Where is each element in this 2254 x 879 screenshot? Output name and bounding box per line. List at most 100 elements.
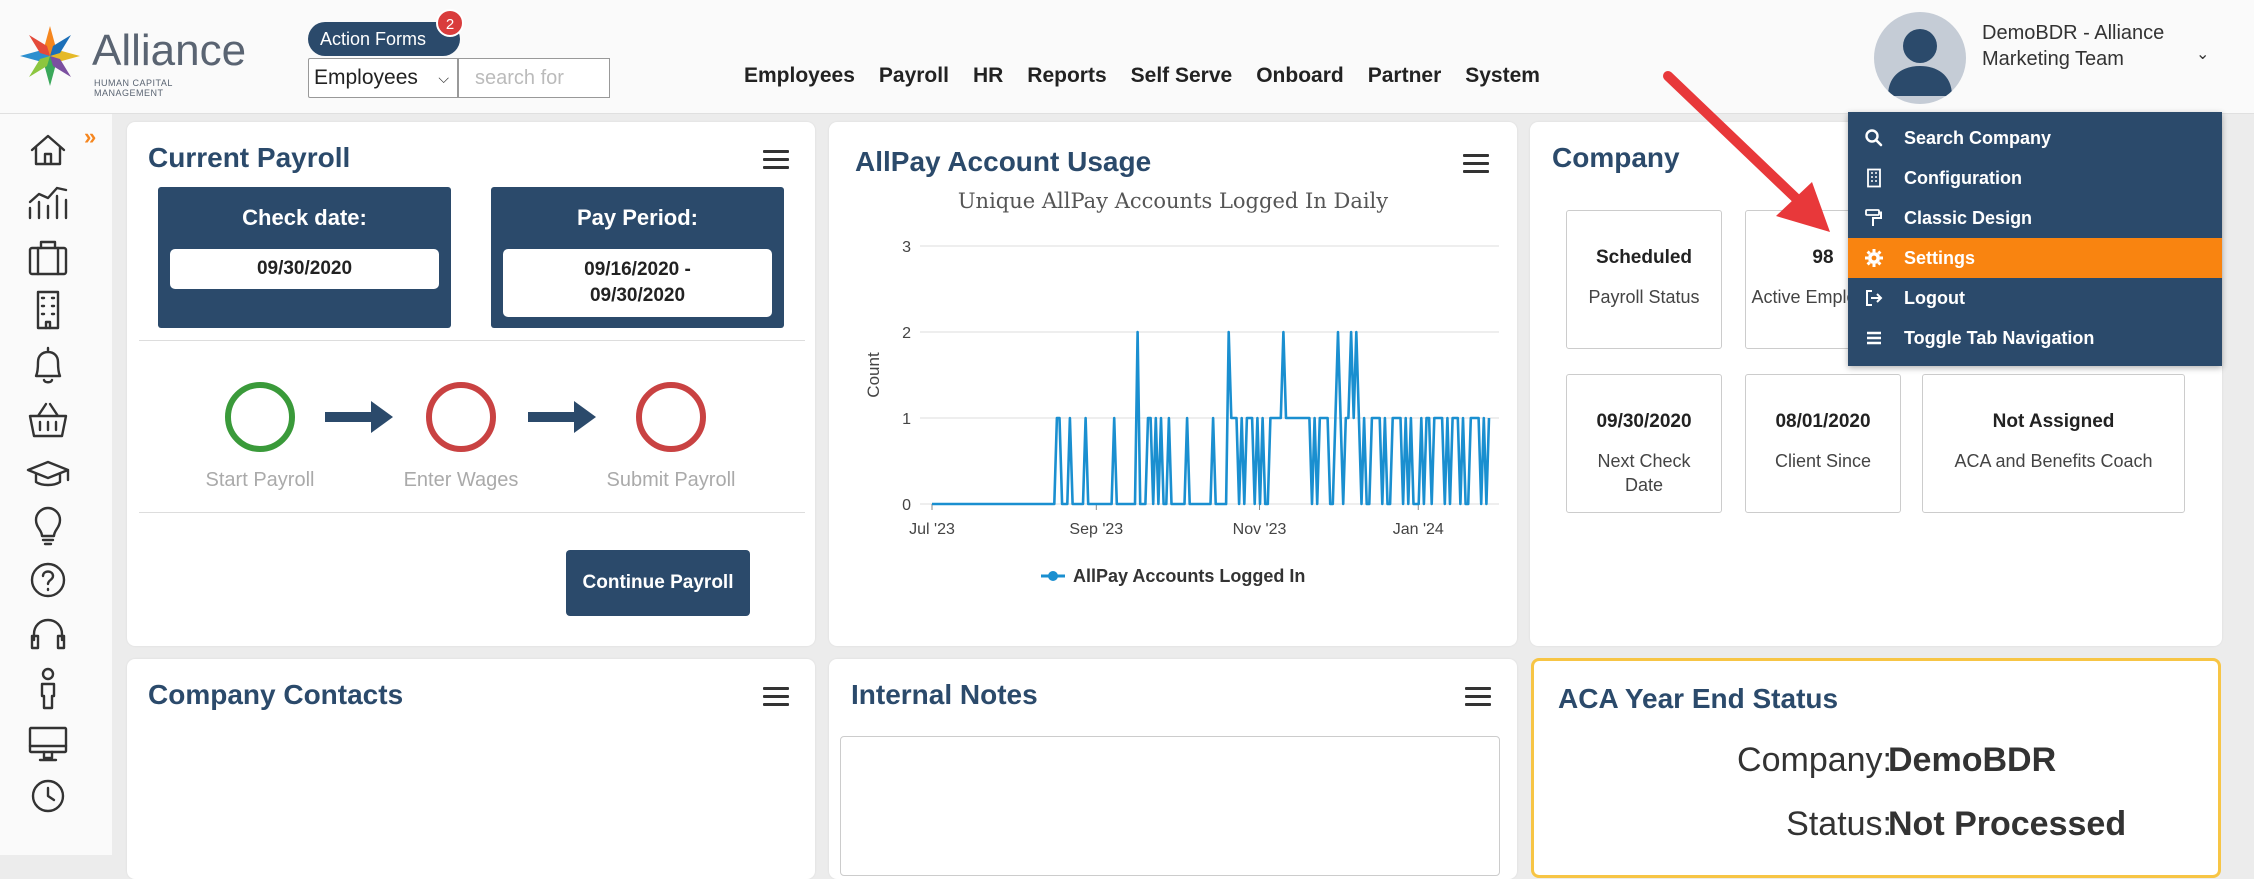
logo-text: Alliance [92, 26, 247, 75]
pay-period-end: 09/30/2020 [589, 285, 686, 306]
nav-reports[interactable]: Reports [1027, 64, 1106, 88]
pay-period-value: 09/16/2020 - 09/30/2020 [503, 249, 772, 317]
y-tick-label: 2 [902, 325, 911, 342]
stat-next-check-date: 09/30/2020 Next Check Date [1566, 374, 1722, 513]
gear-icon [1865, 249, 1883, 267]
search-scope-select[interactable]: Employees ⌵ [308, 58, 458, 98]
y-tick-label: 1 [902, 411, 911, 428]
menu-item-settings[interactable]: Settings [1848, 238, 2222, 278]
nav-onboard[interactable]: Onboard [1256, 64, 1344, 88]
search-icon [1865, 129, 1883, 147]
person-icon[interactable] [40, 667, 56, 710]
clock-icon[interactable] [31, 779, 65, 813]
menu-item-label: Classic Design [1904, 208, 2033, 228]
chart-line-icon[interactable] [28, 186, 68, 220]
search-input[interactable]: search for [458, 58, 610, 98]
allpay-usage-chart: Unique AllPay Accounts Logged In Daily 0 1… [864, 189, 1499, 586]
user-name[interactable]: DemoBDR - Alliance Marketing Team [1982, 20, 2182, 72]
user-dropdown-menu: Search Company Configuration Classic Des… [1848, 112, 2222, 366]
continue-payroll-button[interactable]: Continue Payroll [566, 550, 750, 616]
nav-hr[interactable]: HR [973, 64, 1003, 88]
stat-client-since: 08/01/2020 Client Since [1745, 374, 1901, 513]
top-header: Alliance HUMAN CAPITAL MANAGEMENT Action… [0, 0, 2254, 114]
briefcase-icon[interactable] [28, 240, 68, 276]
stat-value: 08/01/2020 [1775, 411, 1871, 432]
paint-roller-icon [1865, 209, 1882, 226]
current-payroll-menu-icon[interactable] [763, 150, 789, 170]
step-submit-payroll-icon[interactable] [636, 382, 706, 452]
alliance-logo[interactable]: Alliance HUMAN CAPITAL MANAGEMENT [14, 18, 247, 98]
monitor-icon[interactable] [28, 726, 68, 762]
aca-status-label: Status: [1786, 805, 1892, 843]
step-start-payroll-icon[interactable] [225, 382, 295, 452]
stat-value: Not Assigned [1992, 411, 2115, 432]
x-tick-label: Jul '23 [909, 521, 955, 538]
chevron-down-icon: ⌵ [438, 70, 449, 86]
y-tick-label: 3 [902, 239, 911, 256]
step-enter-wages-label: Enter Wages [403, 469, 519, 491]
step-enter-wages-icon[interactable] [426, 382, 496, 452]
stat-label: ACA and Benefits Coach [1954, 451, 2153, 471]
company-contacts-card: Company Contacts [127, 659, 815, 879]
nav-self-serve[interactable]: Self Serve [1131, 64, 1233, 88]
menu-item-logout[interactable]: Logout [1848, 278, 2222, 318]
menu-item-classic-design[interactable]: Classic Design [1848, 198, 2222, 238]
nav-system[interactable]: System [1465, 64, 1540, 88]
bell-icon[interactable] [34, 346, 62, 384]
aca-company-label: Company: [1737, 741, 1892, 779]
home-icon[interactable] [30, 134, 66, 166]
x-tick-label: Nov '23 [1233, 521, 1287, 538]
basket-icon[interactable] [28, 402, 68, 438]
divider [139, 340, 805, 341]
menu-item-label: Toggle Tab Navigation [1904, 328, 2095, 348]
divider [139, 512, 805, 513]
x-tick-label: Jan '24 [1393, 521, 1444, 538]
internal-notes-textarea[interactable] [840, 736, 1500, 876]
check-date-value: 09/30/2020 [170, 249, 439, 289]
pay-period-start: 09/16/2020 - [584, 259, 691, 280]
building-icon [1867, 168, 1881, 188]
pay-period-box: Pay Period: 09/16/2020 - 09/30/2020 [491, 187, 784, 328]
search-scope-value: Employees [314, 66, 418, 89]
chart-title: Unique AllPay Accounts Logged In Daily [958, 189, 1388, 213]
step-submit-payroll-label: Submit Payroll [606, 469, 736, 491]
arrow-right-icon [325, 401, 393, 433]
aca-company-value: DemoBDR [1888, 741, 2057, 779]
menu-icon [1867, 331, 1881, 345]
stat-label: Next Check Date [1597, 451, 1691, 495]
menu-item-configuration[interactable]: Configuration [1848, 158, 2222, 198]
nav-employees[interactable]: Employees [744, 64, 855, 88]
lightbulb-icon[interactable] [34, 506, 62, 546]
company-contacts-title: Company Contacts [148, 679, 404, 710]
sidebar-icons [26, 134, 70, 813]
stat-label: Client Since [1774, 451, 1872, 471]
logo-subtitle: HUMAN CAPITAL MANAGEMENT [94, 78, 173, 98]
nav-payroll[interactable]: Payroll [879, 64, 949, 88]
nav-partner[interactable]: Partner [1368, 64, 1442, 88]
user-avatar-icon [1888, 29, 1952, 96]
menu-item-search-company[interactable]: Search Company [1848, 118, 2222, 158]
avatar[interactable] [1874, 12, 1966, 104]
pay-period-label: Pay Period: [576, 205, 699, 230]
x-tick-label: Sep '23 [1069, 521, 1123, 538]
y-tick-label: 0 [902, 497, 911, 514]
menu-item-label: Configuration [1904, 168, 2022, 188]
menu-item-toggle-tab-navigation[interactable]: Toggle Tab Navigation [1848, 318, 2222, 358]
graduation-cap-icon[interactable] [26, 460, 70, 487]
headset-icon[interactable] [30, 618, 66, 650]
menu-item-label: Logout [1904, 288, 1965, 308]
user-name-line1: DemoBDR - Alliance [1982, 22, 2165, 44]
help-circle-icon[interactable] [30, 562, 66, 598]
internal-notes-title: Internal Notes [851, 679, 1038, 710]
stat-label: Payroll Status [1588, 287, 1700, 307]
annotation-arrow [1663, 71, 1830, 232]
aca-title: ACA Year End Status [1558, 683, 1839, 714]
aca-status-value: Not Processed [1888, 805, 2127, 843]
company-contacts-menu-icon[interactable] [763, 687, 789, 707]
menu-item-label: Search Company [1904, 128, 2052, 148]
alliance-logo-mark [20, 26, 80, 86]
internal-notes-menu-icon[interactable] [1465, 687, 1491, 707]
building-icon[interactable] [36, 290, 60, 330]
main-nav: Employees Payroll HR Reports Self Serve … [744, 64, 1564, 88]
user-menu-chevron-icon[interactable]: ⌄ [2196, 44, 2209, 64]
